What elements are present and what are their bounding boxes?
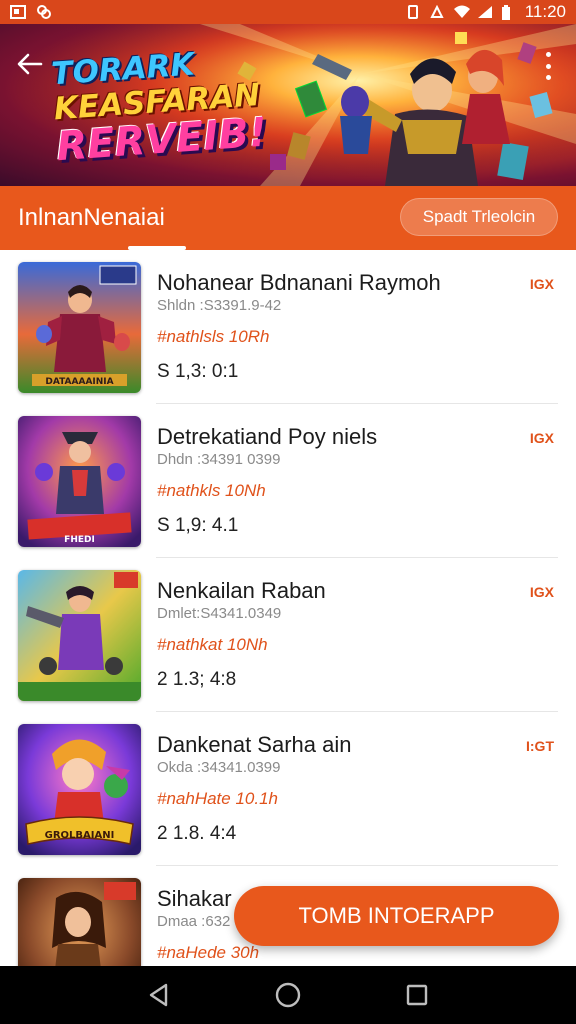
more-options-button[interactable] xyxy=(538,48,558,84)
battery-icon xyxy=(501,5,517,20)
item-price: #nathlsls 10Rh xyxy=(157,327,270,346)
vibrate-icon xyxy=(405,5,421,19)
nav-back-icon xyxy=(150,983,168,1007)
item-price: #nathkls 10Nh xyxy=(157,481,266,500)
arrow-left-icon xyxy=(17,53,43,75)
game-thumbnail xyxy=(18,878,141,966)
screen: 11:20 TORARK KEASFARAN RERVEIB! InlnanNe… xyxy=(0,0,576,1024)
nav-recents-button[interactable] xyxy=(397,975,437,1015)
more-vertical-icon xyxy=(545,52,551,57)
status-time: 11:20 xyxy=(524,2,566,21)
item-title: Detrekatiand Poy niels xyxy=(157,424,378,449)
signal-icon xyxy=(429,4,445,19)
nav-back-button[interactable] xyxy=(139,975,179,1015)
list-item[interactable]: Nenkailan Raban Dmlet:S4341.0349 #nathka… xyxy=(0,558,576,712)
back-button[interactable] xyxy=(14,48,46,80)
item-price: #nahHate 10.1h xyxy=(157,789,278,808)
item-title: Nenkailan Raban xyxy=(157,578,326,603)
game-thumbnail: FHEDI xyxy=(18,416,141,547)
item-tag[interactable]: IGX xyxy=(530,584,554,600)
item-subtitle: Dmlet:S4341.0349 xyxy=(157,605,282,622)
item-tag[interactable]: IGX xyxy=(530,430,554,446)
item-rating: S 1,9: 4.1 xyxy=(157,515,239,536)
gallery-icon xyxy=(10,5,26,19)
item-rating: 2 1.3; 4:8 xyxy=(157,669,237,690)
nav-home-button[interactable] xyxy=(268,975,308,1015)
status-bar: 11:20 xyxy=(0,0,576,24)
section-header: InlnanNenaiai Spadt Trleolcin xyxy=(0,186,576,250)
primary-action-button[interactable]: TOMB INTOERAPP xyxy=(234,886,559,946)
list-item[interactable]: FHEDI Detrekatiand Poy niels Dhdn :34391… xyxy=(0,404,576,558)
nav-home-icon xyxy=(275,982,301,1008)
game-thumbnail: GROLBAIANI xyxy=(18,724,141,855)
game-thumbnail xyxy=(18,570,141,701)
item-title: Sihakar xyxy=(157,886,232,911)
cell-signal-icon xyxy=(477,5,493,19)
navigation-bar xyxy=(0,966,576,1024)
banner-title: TORARK KEASFARAN RERVEIB! xyxy=(50,45,268,170)
item-price: #naHede 30h xyxy=(157,943,260,962)
item-price: #nathkat 10Nh xyxy=(157,635,268,654)
list-item[interactable]: GROLBAIANI Dankenat Sarha ain Okda :3434… xyxy=(0,712,576,866)
thumb-caption: GROLBAIANI xyxy=(45,830,115,841)
game-list: DATAAAAINIA Nohanear Bdnanani Raymoh Shl… xyxy=(0,250,576,966)
notification-icon xyxy=(36,5,52,19)
item-subtitle: Dhdn :34391 0399 xyxy=(157,451,281,468)
wifi-icon xyxy=(453,5,470,19)
thumb-caption: DATAAAAINIA xyxy=(45,377,113,387)
item-rating: 2 1.8. 4:4 xyxy=(157,823,237,844)
item-title: Dankenat Sarha ain xyxy=(157,732,352,757)
item-subtitle: Dmaa :632 xyxy=(157,913,231,930)
item-subtitle: Okda :34341.0399 xyxy=(157,759,281,776)
hero-banner: TORARK KEASFARAN RERVEIB! xyxy=(0,24,576,186)
list-item[interactable]: DATAAAAINIA Nohanear Bdnanani Raymoh Shl… xyxy=(0,250,576,404)
item-title: Nohanear Bdnanani Raymoh xyxy=(157,270,441,295)
nav-recents-icon xyxy=(406,984,427,1006)
item-rating: S 1,3: 0:1 xyxy=(157,361,239,382)
game-thumbnail: DATAAAAINIA xyxy=(18,262,141,393)
item-tag[interactable]: IGX xyxy=(530,276,554,292)
sort-button[interactable]: Spadt Trleolcin xyxy=(400,198,558,236)
item-subtitle: Shldn :S3391.9-42 xyxy=(157,297,282,314)
thumb-caption: FHEDI xyxy=(64,535,95,545)
item-tag[interactable]: I:GT xyxy=(526,738,554,754)
section-title[interactable]: InlnanNenaiai xyxy=(18,204,165,232)
